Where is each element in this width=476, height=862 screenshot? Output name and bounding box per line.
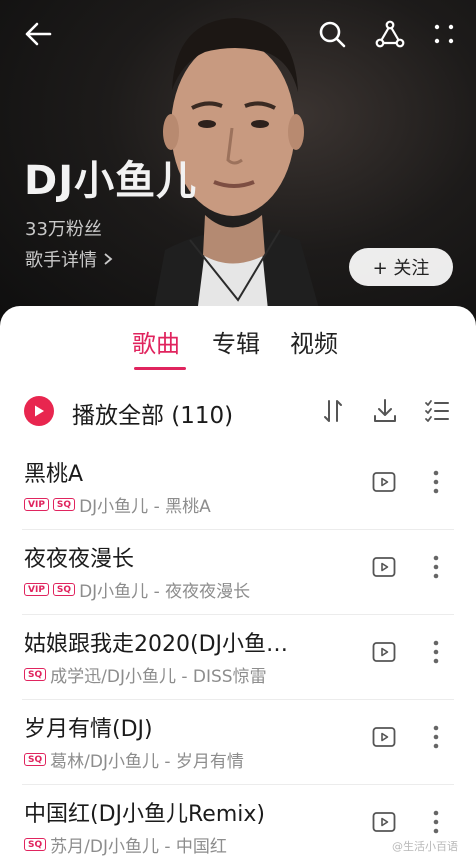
share-button[interactable]	[370, 14, 410, 54]
play-all-button[interactable]	[24, 396, 54, 426]
artist-banner: DJ小鱼儿 33万粉丝 歌手详情 + 关注	[0, 0, 476, 330]
song-row[interactable]: 黑桃A VIP SQ DJ小鱼儿 - 黑桃A	[0, 444, 476, 529]
song-more-icon[interactable]	[426, 638, 446, 666]
artist-detail-link[interactable]: 歌手详情	[25, 246, 113, 272]
chevron-right-icon	[104, 253, 113, 265]
follow-label: + 关注	[372, 258, 430, 279]
download-icon[interactable]	[370, 396, 400, 426]
video-icon[interactable]	[372, 640, 396, 664]
song-title: 中国红(DJ小鱼儿Remix)	[24, 802, 265, 827]
content-sheet: 歌曲 专辑 视频 播放全部 (110) 黑桃A VIP SQ DJ小鱼儿 - 黑…	[0, 306, 476, 862]
watermark: @生活小百语	[392, 840, 458, 853]
song-list: 黑桃A VIP SQ DJ小鱼儿 - 黑桃A 夜夜夜漫长 VIP SQ DJ小鱼…	[0, 444, 476, 862]
top-bar	[0, 0, 476, 70]
song-subtitle: 葛林/DJ小鱼儿 - 岁月有情	[50, 752, 244, 772]
song-meta: SQ 成学迅/DJ小鱼儿 - DISS惊雷	[24, 662, 267, 687]
song-title: 姑娘跟我走2020(DJ小鱼…	[24, 632, 289, 657]
song-more-icon[interactable]	[426, 553, 446, 581]
search-icon	[319, 21, 346, 48]
sq-badge: SQ	[24, 838, 47, 851]
song-subtitle: 成学迅/DJ小鱼儿 - DISS惊雷	[50, 667, 267, 687]
sq-badge: SQ	[52, 583, 76, 596]
more-icon	[434, 24, 454, 44]
song-more-icon[interactable]	[426, 468, 446, 496]
song-meta: VIP SQ DJ小鱼儿 - 夜夜夜漫长	[24, 577, 250, 602]
video-icon[interactable]	[372, 810, 396, 834]
play-all-row: 播放全部 (110)	[0, 390, 476, 434]
sq-badge: SQ	[52, 498, 76, 511]
play-icon	[35, 405, 44, 417]
song-subtitle: DJ小鱼儿 - 夜夜夜漫长	[79, 582, 251, 602]
song-subtitle: DJ小鱼儿 - 黑桃A	[79, 497, 211, 517]
song-row[interactable]: 姑娘跟我走2020(DJ小鱼… SQ 成学迅/DJ小鱼儿 - DISS惊雷	[0, 614, 476, 699]
back-button[interactable]	[18, 14, 58, 54]
song-meta: SQ 葛林/DJ小鱼儿 - 岁月有情	[24, 747, 244, 772]
song-title: 黑桃A	[24, 462, 84, 487]
song-meta: SQ 苏月/DJ小鱼儿 - 中国红	[24, 832, 227, 857]
more-button[interactable]	[424, 14, 464, 54]
artist-detail-label: 歌手详情	[25, 250, 97, 271]
song-title: 岁月有情(DJ)	[24, 717, 153, 742]
back-arrow-icon	[25, 22, 52, 46]
song-more-icon[interactable]	[426, 723, 446, 751]
video-icon[interactable]	[372, 555, 396, 579]
fan-count: 33万粉丝	[25, 219, 102, 240]
tab-albums[interactable]: 专辑	[212, 324, 260, 359]
active-tab-indicator	[134, 367, 186, 370]
search-button[interactable]	[312, 14, 352, 54]
video-icon[interactable]	[372, 725, 396, 749]
follow-button[interactable]: + 关注	[349, 248, 453, 286]
song-subtitle: 苏月/DJ小鱼儿 - 中国红	[50, 837, 227, 857]
tab-bar: 歌曲 专辑 视频	[0, 324, 476, 374]
tab-songs[interactable]: 歌曲	[132, 324, 180, 359]
play-all-label[interactable]: 播放全部 (110)	[72, 396, 233, 430]
song-row[interactable]: 夜夜夜漫长 VIP SQ DJ小鱼儿 - 夜夜夜漫长	[0, 529, 476, 614]
sort-icon[interactable]	[318, 396, 348, 426]
sq-badge: SQ	[24, 668, 47, 681]
video-icon[interactable]	[372, 470, 396, 494]
song-meta: VIP SQ DJ小鱼儿 - 黑桃A	[24, 492, 211, 517]
vip-badge: VIP	[24, 498, 49, 511]
song-row[interactable]: 岁月有情(DJ) SQ 葛林/DJ小鱼儿 - 岁月有情	[0, 699, 476, 784]
artist-name: DJ小鱼儿	[24, 158, 198, 204]
vip-badge: VIP	[24, 583, 49, 596]
share-icon	[375, 20, 405, 48]
sq-badge: SQ	[24, 753, 47, 766]
tab-videos[interactable]: 视频	[290, 324, 338, 359]
song-more-icon[interactable]	[426, 808, 446, 836]
song-title: 夜夜夜漫长	[24, 547, 135, 572]
multi-select-icon[interactable]	[422, 396, 452, 426]
